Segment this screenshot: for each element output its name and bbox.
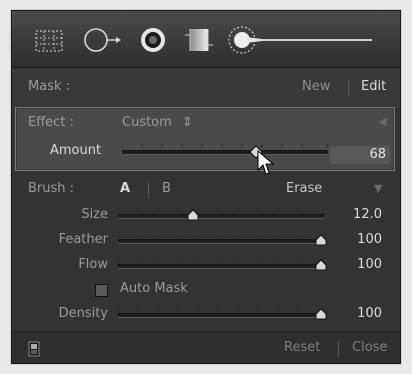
- auto-mask-label[interactable]: Auto Mask: [120, 281, 188, 296]
- effect-label: Effect :: [28, 115, 74, 130]
- effect-collapse-icon[interactable]: ◀: [378, 115, 386, 128]
- density-slider-thumb[interactable]: [314, 308, 328, 320]
- reset-button[interactable]: Reset: [284, 340, 320, 355]
- size-slider-ticks: [118, 208, 324, 212]
- mask-label: Mask :: [28, 79, 70, 94]
- mask-edit-button[interactable]: Edit: [361, 79, 386, 94]
- density-label: Density: [58, 306, 108, 321]
- size-slider-track[interactable]: [118, 214, 324, 219]
- panel-footer: Reset Close: [12, 331, 400, 363]
- effect-preset-dropdown[interactable]: Custom ⇕: [122, 115, 193, 130]
- feather-label: Feather: [58, 232, 108, 247]
- density-slider-track[interactable]: [118, 313, 324, 318]
- size-slider-thumb[interactable]: [186, 209, 200, 221]
- red-eye-icon[interactable]: [134, 21, 172, 59]
- density-slider-ticks: [118, 307, 324, 311]
- brush-label: Brush :: [28, 181, 75, 196]
- crop-overlay-icon[interactable]: [30, 21, 68, 59]
- adjustment-brush-icon[interactable]: [226, 21, 386, 59]
- flow-slider-ticks: [118, 258, 324, 262]
- density-value[interactable]: 100: [357, 306, 382, 321]
- close-button[interactable]: Close: [352, 340, 387, 355]
- feather-slider-thumb[interactable]: [314, 234, 328, 246]
- flow-label: Flow: [78, 257, 108, 272]
- brush-a-tab[interactable]: A: [120, 181, 130, 196]
- mask-overlay-toggle-icon[interactable]: [28, 341, 40, 357]
- amount-slider-ticks: [122, 144, 328, 148]
- brush-collapse-icon[interactable]: ▼: [374, 182, 382, 195]
- flow-slider-track[interactable]: [118, 264, 324, 269]
- brush-erase-tab[interactable]: Erase: [286, 181, 322, 196]
- spot-removal-icon[interactable]: [82, 21, 121, 59]
- mask-row: Mask : New Edit: [12, 68, 400, 108]
- flow-slider-thumb[interactable]: [314, 259, 328, 271]
- brush-group: Brush : A B Erase ▼ Size 12.0 Feather 10…: [12, 171, 400, 331]
- adjustment-brush-panel: Mask : New Edit Effect : Custom ⇕ ◀ Amou…: [11, 10, 401, 364]
- size-label: Size: [81, 207, 108, 222]
- size-value[interactable]: 12.0: [353, 207, 382, 222]
- tool-strip: [12, 11, 400, 68]
- footer-separator: [338, 341, 339, 357]
- brush-b-tab[interactable]: B: [162, 181, 171, 196]
- amount-label: Amount: [50, 143, 102, 158]
- feather-value[interactable]: 100: [357, 232, 382, 247]
- feather-slider-ticks: [118, 233, 324, 237]
- feather-slider-track[interactable]: [118, 239, 324, 244]
- amount-value-field[interactable]: 68: [330, 146, 390, 164]
- graduated-filter-icon[interactable]: [180, 21, 218, 59]
- brush-tab-separator: [148, 182, 149, 198]
- auto-mask-checkbox[interactable]: [95, 284, 108, 297]
- effect-preset-value: Custom: [122, 115, 172, 130]
- flow-value[interactable]: 100: [357, 257, 382, 272]
- amount-slider-track[interactable]: [122, 150, 328, 155]
- mask-separator: [348, 80, 349, 96]
- mask-new-button[interactable]: New: [302, 79, 330, 94]
- dropdown-arrows-icon: ⇕: [181, 115, 193, 130]
